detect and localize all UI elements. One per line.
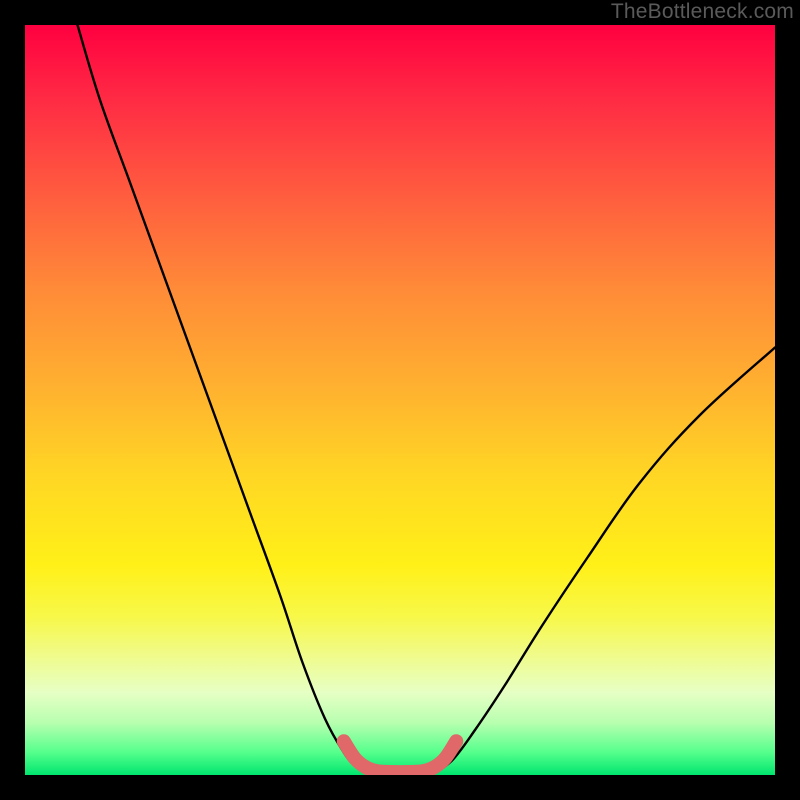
series-group: [78, 25, 776, 775]
chart-svg: [25, 25, 775, 775]
plot-area: [25, 25, 775, 775]
watermark-text: TheBottleneck.com: [611, 0, 794, 24]
right-curve: [434, 348, 775, 774]
left-curve: [78, 25, 367, 774]
highlight-band: [344, 741, 457, 772]
chart-container: TheBottleneck.com: [0, 0, 800, 800]
floor-curve: [366, 774, 434, 776]
